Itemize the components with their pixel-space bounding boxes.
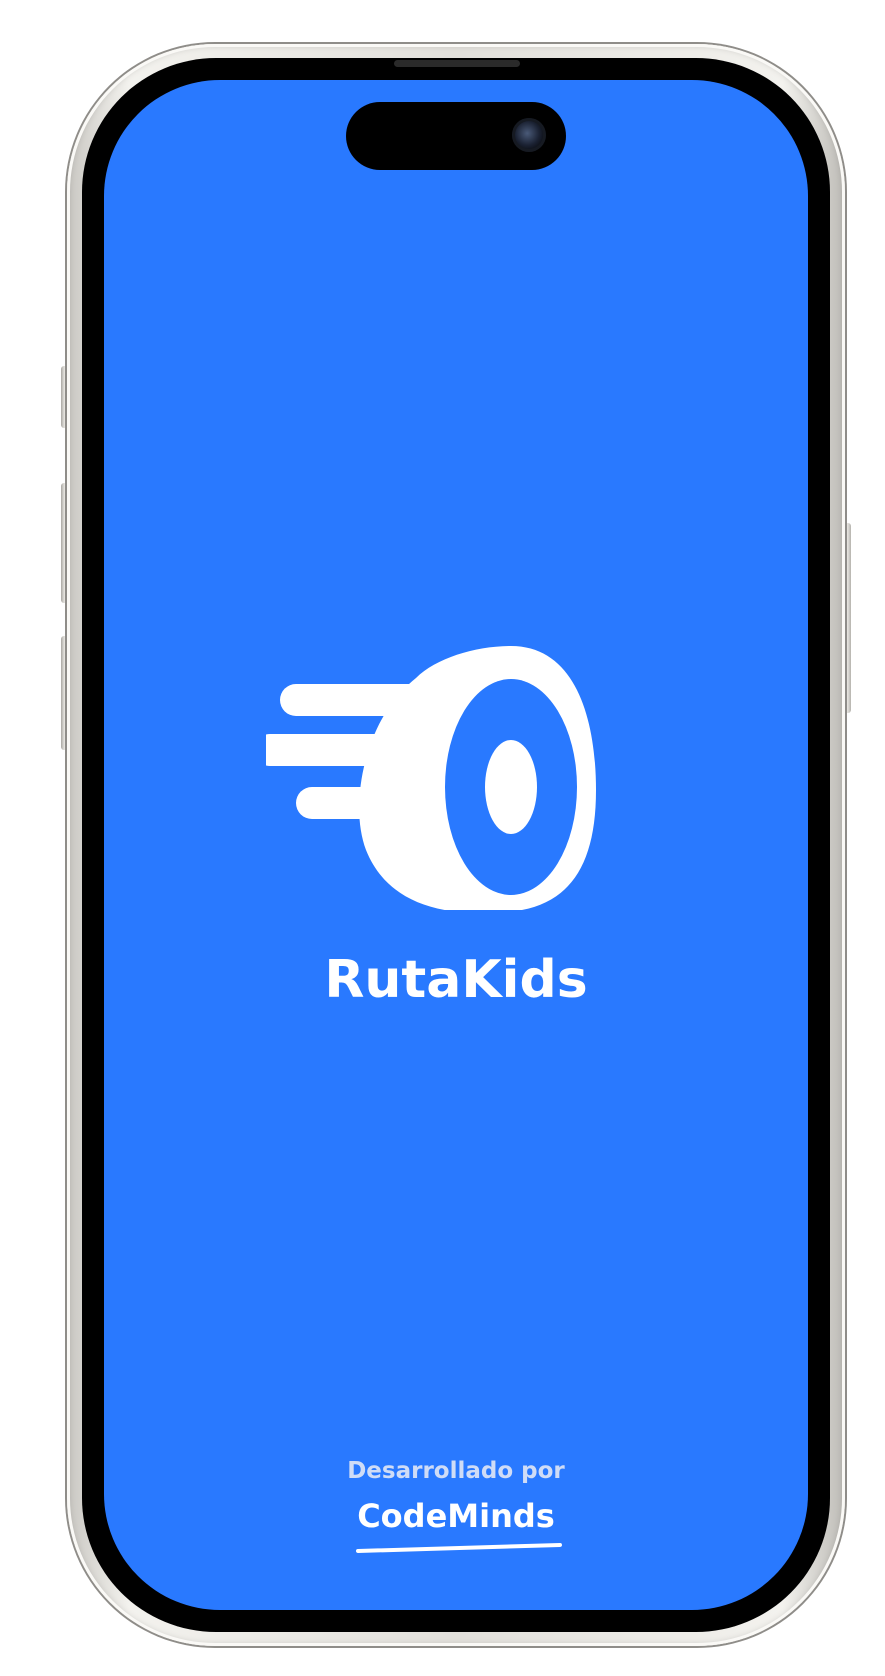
app-name: RutaKids [324, 950, 588, 1010]
developer-brand: CodeMinds [104, 1500, 808, 1532]
wheel-inner [485, 740, 537, 834]
dynamic-island [346, 102, 566, 170]
power-button[interactable] [844, 523, 851, 713]
speaker-slot [394, 60, 520, 67]
speeding-wheel-icon [266, 646, 596, 910]
developer-credit-label: Desarrollado por [347, 1458, 565, 1484]
developer-brand-name: CodeMinds [357, 1497, 555, 1535]
brand-underline [356, 1543, 562, 1553]
front-camera-icon [512, 118, 546, 152]
splash-screen: RutaKids Desarrollado por CodeMinds [104, 80, 808, 1610]
